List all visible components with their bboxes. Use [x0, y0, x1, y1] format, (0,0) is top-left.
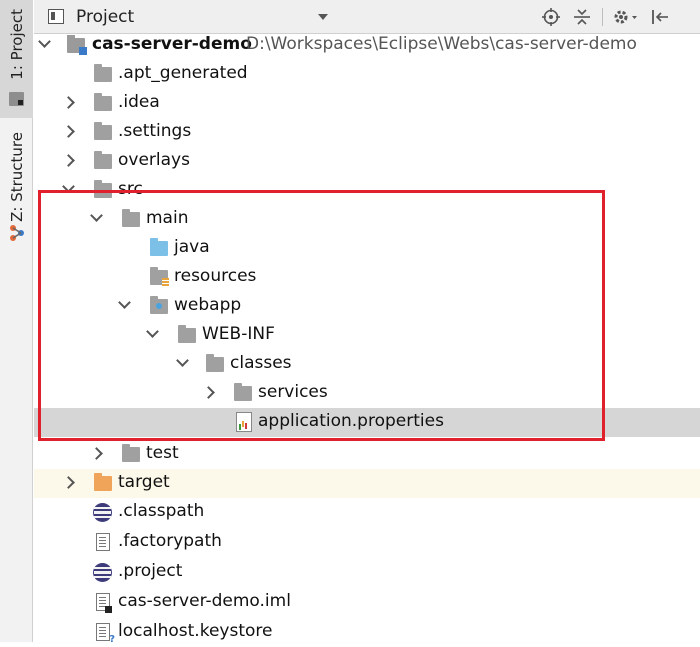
- gear-icon[interactable]: [612, 8, 638, 26]
- tree-row-application-properties[interactable]: application.properties: [34, 408, 700, 437]
- tree-row-iml[interactable]: cas-server-demo.iml: [34, 588, 700, 617]
- tree-row-webapp[interactable]: webapp: [34, 292, 700, 321]
- tree-row-target[interactable]: target: [34, 469, 700, 498]
- hide-panel-icon[interactable]: [651, 8, 669, 26]
- folder-icon: [234, 383, 252, 401]
- tree-item-label: test: [146, 443, 179, 463]
- tree-row-resources[interactable]: resources: [34, 263, 700, 292]
- tree-row-apt-generated[interactable]: .apt_generated: [34, 60, 700, 89]
- properties-file-icon: [236, 412, 252, 432]
- tool-window-strip: 1: Project Z: Structure: [0, 0, 33, 642]
- tree-row-test[interactable]: test: [34, 440, 700, 469]
- chevron-right-icon[interactable]: [90, 447, 103, 460]
- folder-icon: [94, 122, 112, 140]
- tree-item-label: .idea: [118, 92, 160, 112]
- tree-item-label: src: [118, 179, 143, 199]
- chevron-down-icon[interactable]: [318, 14, 328, 20]
- tree-item-label: .apt_generated: [118, 63, 248, 83]
- eclipse-file-icon: [93, 503, 112, 522]
- chevron-down-icon[interactable]: [90, 209, 103, 222]
- source-folder-icon: [150, 238, 168, 256]
- tree-item-label: java: [174, 237, 210, 257]
- tree-item-label: resources: [174, 266, 257, 286]
- tree-item-label: webapp: [174, 295, 242, 315]
- root-module-path: D:\Workspaces\Eclipse\Webs\cas-server-de…: [246, 34, 637, 54]
- collapse-all-icon[interactable]: [573, 8, 591, 26]
- structure-icon: [10, 225, 24, 241]
- tree-row-idea[interactable]: .idea: [34, 89, 700, 118]
- tree-row-keystore[interactable]: localhost.keystore: [34, 618, 700, 647]
- project-view-header: Project: [34, 0, 700, 34]
- tree-item-label: .classpath: [118, 501, 205, 521]
- chevron-right-icon[interactable]: [62, 154, 75, 167]
- tree-row-classpath[interactable]: .classpath: [34, 498, 700, 527]
- tree-row-web-inf[interactable]: WEB-INF: [34, 321, 700, 350]
- folder-icon: [94, 151, 112, 169]
- tree-item-label: .project: [118, 561, 183, 581]
- tree-row-services[interactable]: services: [34, 379, 700, 408]
- tree-row-project[interactable]: .project: [34, 558, 700, 587]
- folder-icon: [206, 354, 224, 372]
- tree-item-label: application.properties: [258, 411, 444, 431]
- tree-item-label: localhost.keystore: [118, 621, 273, 641]
- project-tool-tab-label: 1: Project: [7, 8, 26, 80]
- chevron-down-icon[interactable]: [62, 180, 75, 193]
- folder-icon: [122, 209, 140, 227]
- tree-item-label: WEB-INF: [202, 324, 275, 344]
- folder-icon: [94, 64, 112, 82]
- root-module-name: cas-server-demo: [92, 34, 252, 54]
- chevron-down-icon[interactable]: [38, 35, 51, 48]
- project-folder-icon: [9, 92, 24, 106]
- folder-icon: [94, 93, 112, 111]
- module-folder-icon: [67, 35, 87, 55]
- tree-row-root[interactable]: cas-server-demo D:\Workspaces\Eclipse\We…: [34, 31, 700, 60]
- tree-row-java[interactable]: java: [34, 234, 700, 263]
- folder-icon: [178, 325, 196, 343]
- toolbar-separator: [602, 8, 603, 26]
- chevron-down-icon[interactable]: [118, 296, 131, 309]
- chevron-right-icon[interactable]: [62, 96, 75, 109]
- tree-row-classes[interactable]: classes: [34, 350, 700, 379]
- view-mode-title[interactable]: Project: [76, 7, 134, 27]
- chevron-right-icon[interactable]: [202, 386, 215, 399]
- tree-row-src[interactable]: src: [34, 176, 700, 205]
- tree-item-label: cas-server-demo.iml: [118, 591, 291, 611]
- folder-icon: [94, 180, 112, 198]
- tree-item-label: .settings: [118, 121, 192, 141]
- tree-row-main[interactable]: main: [34, 205, 700, 234]
- text-file-icon: [96, 533, 110, 551]
- tree-row-overlays[interactable]: overlays: [34, 147, 700, 176]
- structure-tool-tab-label: Z: Structure: [7, 132, 26, 222]
- tree-item-label: services: [258, 382, 328, 402]
- eclipse-file-icon: [93, 563, 112, 582]
- tree-item-label: .factorypath: [118, 531, 222, 551]
- chevron-right-icon[interactable]: [62, 125, 75, 138]
- tree-item-label: target: [118, 472, 170, 492]
- web-folder-icon: [150, 296, 168, 314]
- chevron-right-icon[interactable]: [62, 476, 75, 489]
- resources-folder-icon: [150, 267, 169, 286]
- chevron-down-icon[interactable]: [176, 354, 189, 367]
- tree-row-settings[interactable]: .settings: [34, 118, 700, 147]
- unknown-file-icon: [96, 623, 115, 645]
- tree-item-label: overlays: [118, 150, 190, 170]
- tree-row-factorypath[interactable]: .factorypath: [34, 528, 700, 557]
- excluded-folder-icon: [94, 473, 112, 491]
- folder-icon: [122, 444, 140, 462]
- module-file-icon: [96, 593, 112, 613]
- chevron-down-icon[interactable]: [146, 325, 159, 338]
- tree-item-label: main: [146, 208, 189, 228]
- project-view-icon: [48, 9, 64, 24]
- locate-icon[interactable]: [542, 8, 560, 26]
- tree-item-label: classes: [230, 353, 292, 373]
